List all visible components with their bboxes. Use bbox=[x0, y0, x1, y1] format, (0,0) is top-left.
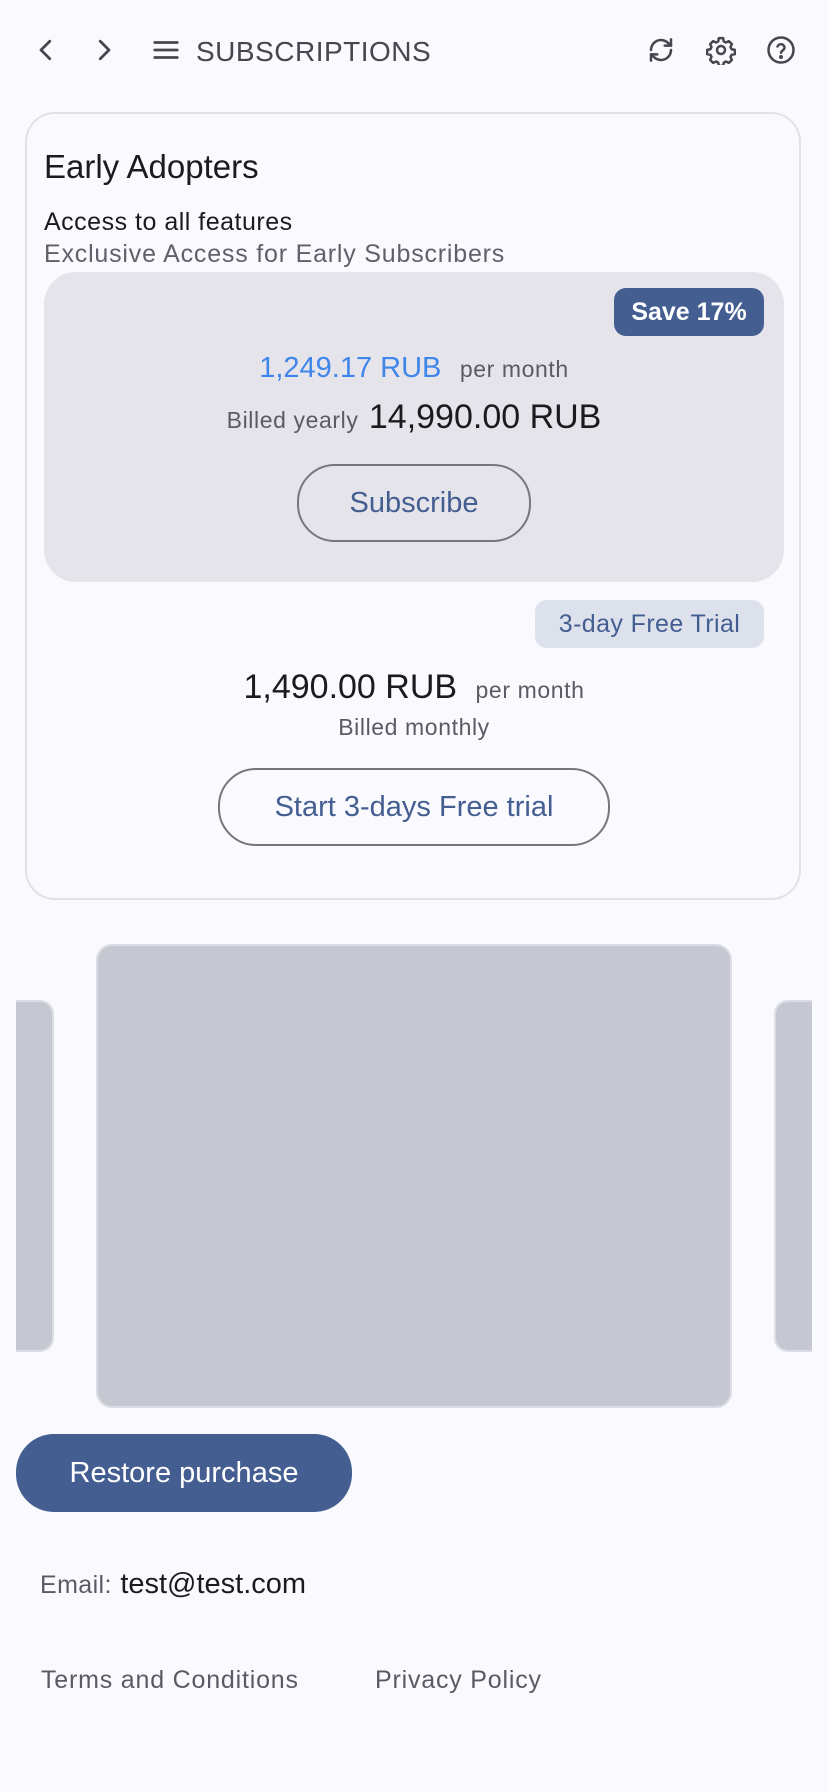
plan-description: Exclusive Access for Early Subscribers bbox=[44, 240, 506, 268]
refresh-icon[interactable] bbox=[637, 26, 685, 74]
yearly-monthly-equivalent: 1,249.17 RUB per month bbox=[0, 352, 828, 385]
back-icon[interactable] bbox=[22, 26, 70, 74]
yearly-billing: Billed yearly 14,990.00 RUB bbox=[0, 398, 828, 437]
per-month-label: per month bbox=[475, 677, 585, 703]
yearly-monthly-price: 1,249.17 RUB bbox=[259, 352, 442, 384]
email-row: Email: test@test.com bbox=[40, 1568, 306, 1601]
subscribe-button[interactable]: Subscribe bbox=[297, 464, 531, 542]
monthly-billing: Billed monthly bbox=[0, 714, 828, 741]
email-value: test@test.com bbox=[120, 1568, 307, 1600]
top-app-bar: SUBSCRIPTIONS bbox=[0, 0, 828, 104]
gear-icon[interactable] bbox=[697, 26, 745, 74]
email-label: Email: bbox=[40, 1571, 112, 1599]
per-month-label: per month bbox=[459, 356, 569, 382]
privacy-link[interactable]: Privacy Policy bbox=[375, 1666, 542, 1695]
plan-feature: Access to all features bbox=[44, 208, 293, 236]
yearly-price: 14,990.00 RUB bbox=[368, 398, 602, 436]
start-free-trial-button[interactable]: Start 3-days Free trial bbox=[218, 768, 610, 846]
free-trial-badge: 3-day Free Trial bbox=[535, 600, 764, 648]
carousel-prev-item[interactable] bbox=[16, 1000, 54, 1352]
help-icon[interactable] bbox=[757, 26, 805, 74]
menu-icon[interactable] bbox=[142, 26, 190, 74]
forward-icon[interactable] bbox=[80, 26, 128, 74]
billed-monthly-label: Billed monthly bbox=[338, 714, 490, 740]
terms-link[interactable]: Terms and Conditions bbox=[41, 1666, 299, 1695]
monthly-price: 1,490.00 RUB bbox=[243, 668, 458, 706]
page-title: SUBSCRIPTIONS bbox=[196, 36, 432, 67]
plan-name: Early Adopters bbox=[44, 148, 259, 185]
monthly-price-row: 1,490.00 RUB per month bbox=[0, 668, 828, 707]
carousel-image-placeholder[interactable] bbox=[96, 944, 732, 1408]
billed-yearly-label: Billed yearly bbox=[226, 407, 359, 433]
restore-purchase-button[interactable]: Restore purchase bbox=[16, 1434, 352, 1512]
carousel-next-item[interactable] bbox=[774, 1000, 812, 1352]
save-badge: Save 17% bbox=[614, 288, 764, 336]
